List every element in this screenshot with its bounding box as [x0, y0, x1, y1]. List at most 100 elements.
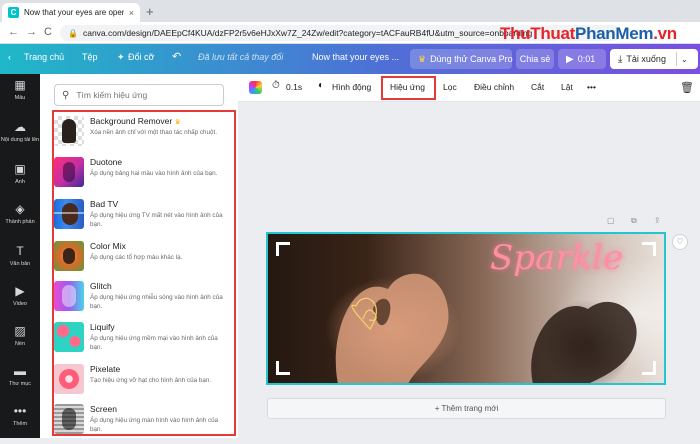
effect-thumbnail — [54, 157, 84, 187]
effect-description: Áp dụng bảng hai màu vào hình ảnh của bạ… — [90, 170, 218, 177]
crop-corner-bottom-right[interactable] — [642, 361, 656, 375]
rail-item-elements[interactable]: ◈ Thành phần — [0, 202, 40, 225]
effect-item-color-mix[interactable]: Color Mix Áp dụng các tổ hợp màu khác lạ… — [52, 241, 234, 281]
play-button[interactable]: ▶ 0:01 — [558, 49, 606, 69]
canva-favicon-icon: C — [8, 7, 19, 18]
share-label: Chia sẻ — [519, 54, 551, 64]
rail-label: Mẫu — [14, 95, 26, 101]
duplicate-page-icon[interactable]: ⧉ — [631, 216, 637, 226]
templates-icon: ▦ — [14, 78, 26, 92]
home-link[interactable]: Trang chủ — [24, 52, 64, 62]
image-icon: ▣ — [14, 162, 26, 176]
design-sparkle-text[interactable]: Sparkle — [490, 238, 623, 278]
crop-corner-bottom-left[interactable] — [276, 361, 290, 375]
image-toolbar: ⏱ 0.1s ◐ Hình động Hiệu ứng Lọc Điều chỉ… — [238, 74, 700, 102]
rail-item-video[interactable]: ▶ Video — [0, 284, 40, 307]
effect-name: Duotone — [90, 157, 123, 167]
rail-item-text[interactable]: T Văn bản — [0, 244, 40, 267]
design-canvas[interactable]: Sparkle — [266, 232, 666, 385]
new-tab-button[interactable]: + — [146, 4, 154, 19]
adjust-button[interactable]: Điều chỉnh — [474, 82, 514, 92]
add-page-button[interactable]: + Thêm trang mới — [267, 398, 666, 419]
animate-button[interactable]: Hình động — [332, 82, 371, 92]
rail-item-background[interactable]: ▨ Nền — [0, 324, 40, 347]
chevron-down-icon[interactable]: ⌄ — [681, 55, 688, 64]
effect-description: Áp dụng hiệu ứng mềm mại vào hình ảnh củ… — [90, 335, 218, 351]
video-icon: ▶ — [15, 284, 25, 298]
flip-button[interactable]: Lật — [561, 82, 573, 92]
download-button[interactable]: ⤓ Tải xuống ⌄ — [610, 49, 698, 69]
watermark-part-3: .vn — [653, 24, 677, 43]
effects-search-input[interactable] — [76, 90, 207, 100]
trash-icon[interactable]: 🗑 — [680, 81, 694, 94]
effect-item-glitch[interactable]: Glitch Áp dụng hiệu ứng nhiễu sóng vào h… — [52, 281, 234, 321]
effect-thumbnail — [54, 281, 84, 311]
browser-tabstrip: C Now that your eyes are open, m × + — [0, 0, 700, 22]
filter-button[interactable]: Lọc — [443, 82, 457, 92]
watermark-part-1: ThuThuat — [500, 24, 576, 43]
reload-icon[interactable]: C — [44, 26, 52, 38]
rail-item-photos[interactable]: ▣ Ảnh — [0, 162, 40, 185]
folder-icon: ▬ — [14, 364, 26, 378]
more-dots-icon: ••• — [13, 404, 27, 418]
browser-tab[interactable]: C Now that your eyes are open, m × — [2, 3, 140, 22]
lock-icon: 🔒 — [68, 28, 78, 38]
rail-label: Văn bản — [9, 261, 31, 267]
download-divider — [675, 52, 677, 66]
search-icon: ⚲ — [62, 89, 70, 101]
resize-button[interactable]: Đổi cỡ — [128, 52, 154, 62]
effect-name: Bad TV — [90, 199, 119, 209]
crop-button[interactable]: Cắt — [531, 82, 544, 92]
rail-label: Nền — [14, 341, 26, 347]
duration-button[interactable]: 0.1s — [286, 82, 302, 92]
rail-item-folders[interactable]: ▬ Thư mục — [0, 364, 40, 387]
rail-label: Thư mục — [8, 381, 32, 387]
rail-label: Video — [13, 301, 27, 307]
effects-search[interactable]: ⚲ — [54, 84, 224, 106]
effect-name: Color Mix — [90, 241, 126, 251]
tab-close-icon[interactable]: × — [129, 8, 134, 18]
effect-thumbnail — [54, 404, 84, 434]
more-options-button[interactable]: ••• — [587, 82, 596, 92]
download-label: Tải xuống — [626, 54, 666, 64]
comment-icon[interactable]: ♡ — [672, 234, 688, 250]
effect-item-bad-tv[interactable]: Bad TV Áp dụng hiệu ứng TV mất nét vào h… — [52, 199, 234, 239]
animate-icon: ◐ — [318, 80, 325, 91]
rail-label: Thành phần — [5, 219, 35, 225]
effect-item-duotone[interactable]: Duotone Áp dụng bảng hai màu vào hình ản… — [52, 157, 234, 197]
left-rail: ▦ Mẫu ☁ Nội dung tải lên ▣ Ảnh ◈ Thành phần … — [0, 74, 40, 438]
shapes-icon: ◈ — [15, 202, 25, 216]
design-title[interactable]: Now that your eyes ... — [312, 52, 399, 62]
download-icon: ⤓ — [618, 53, 623, 65]
back-arrow-icon[interactable]: ← — [8, 26, 19, 38]
effect-item-background-remover[interactable]: Background Remover ♛ Xóa nền ảnh chỉ với… — [52, 116, 234, 156]
effect-name: Screen — [90, 404, 117, 414]
effect-item-liquify[interactable]: Liquify Áp dụng hiệu ứng mềm mại vào hìn… — [52, 322, 234, 362]
crown-icon: ♛ — [418, 53, 427, 64]
rail-item-more[interactable]: ••• Thêm — [0, 404, 40, 427]
effect-thumbnail — [54, 322, 84, 352]
rail-label: Thêm — [12, 421, 28, 427]
crop-corner-top-right[interactable] — [642, 242, 656, 256]
timer-icon[interactable]: ⏱ — [272, 80, 280, 91]
undo-icon[interactable]: ↶ — [172, 50, 181, 63]
text-icon: T — [16, 244, 24, 258]
effect-description: Áp dụng hiệu ứng nhiễu sóng vào hình ảnh… — [90, 294, 223, 310]
color-palette-icon[interactable] — [249, 81, 262, 94]
file-menu[interactable]: Tệp — [82, 52, 98, 62]
home-chevron-icon[interactable]: ‹ — [8, 52, 11, 62]
share-page-icon[interactable]: ⇪ — [654, 216, 661, 225]
effect-thumbnail — [54, 116, 84, 146]
effects-button-highlight — [381, 76, 436, 100]
notes-icon[interactable]: ▢ — [607, 216, 615, 225]
rail-item-templates[interactable]: ▦ Mẫu — [0, 78, 40, 101]
saved-status: Đã lưu tất cả thay đổi — [198, 52, 284, 62]
crop-corner-top-left[interactable] — [276, 242, 290, 256]
effect-description: Áp dụng hiệu ứng TV mất nét vào hình ảnh… — [90, 212, 223, 228]
share-button[interactable]: Chia sẻ — [516, 49, 554, 69]
forward-arrow-icon[interactable]: → — [26, 26, 37, 38]
try-pro-button[interactable]: ♛ Dùng thử Canva Pro — [410, 49, 513, 69]
effect-item-pixelate[interactable]: Pixelate Tạo hiệu ứng vỡ hạt cho hình ản… — [52, 364, 234, 404]
effect-item-screen[interactable]: Screen Áp dụng hiệu ứng màn hình vào hìn… — [52, 404, 234, 444]
rail-item-uploads[interactable]: ☁ Nội dung tải lên — [0, 120, 40, 143]
